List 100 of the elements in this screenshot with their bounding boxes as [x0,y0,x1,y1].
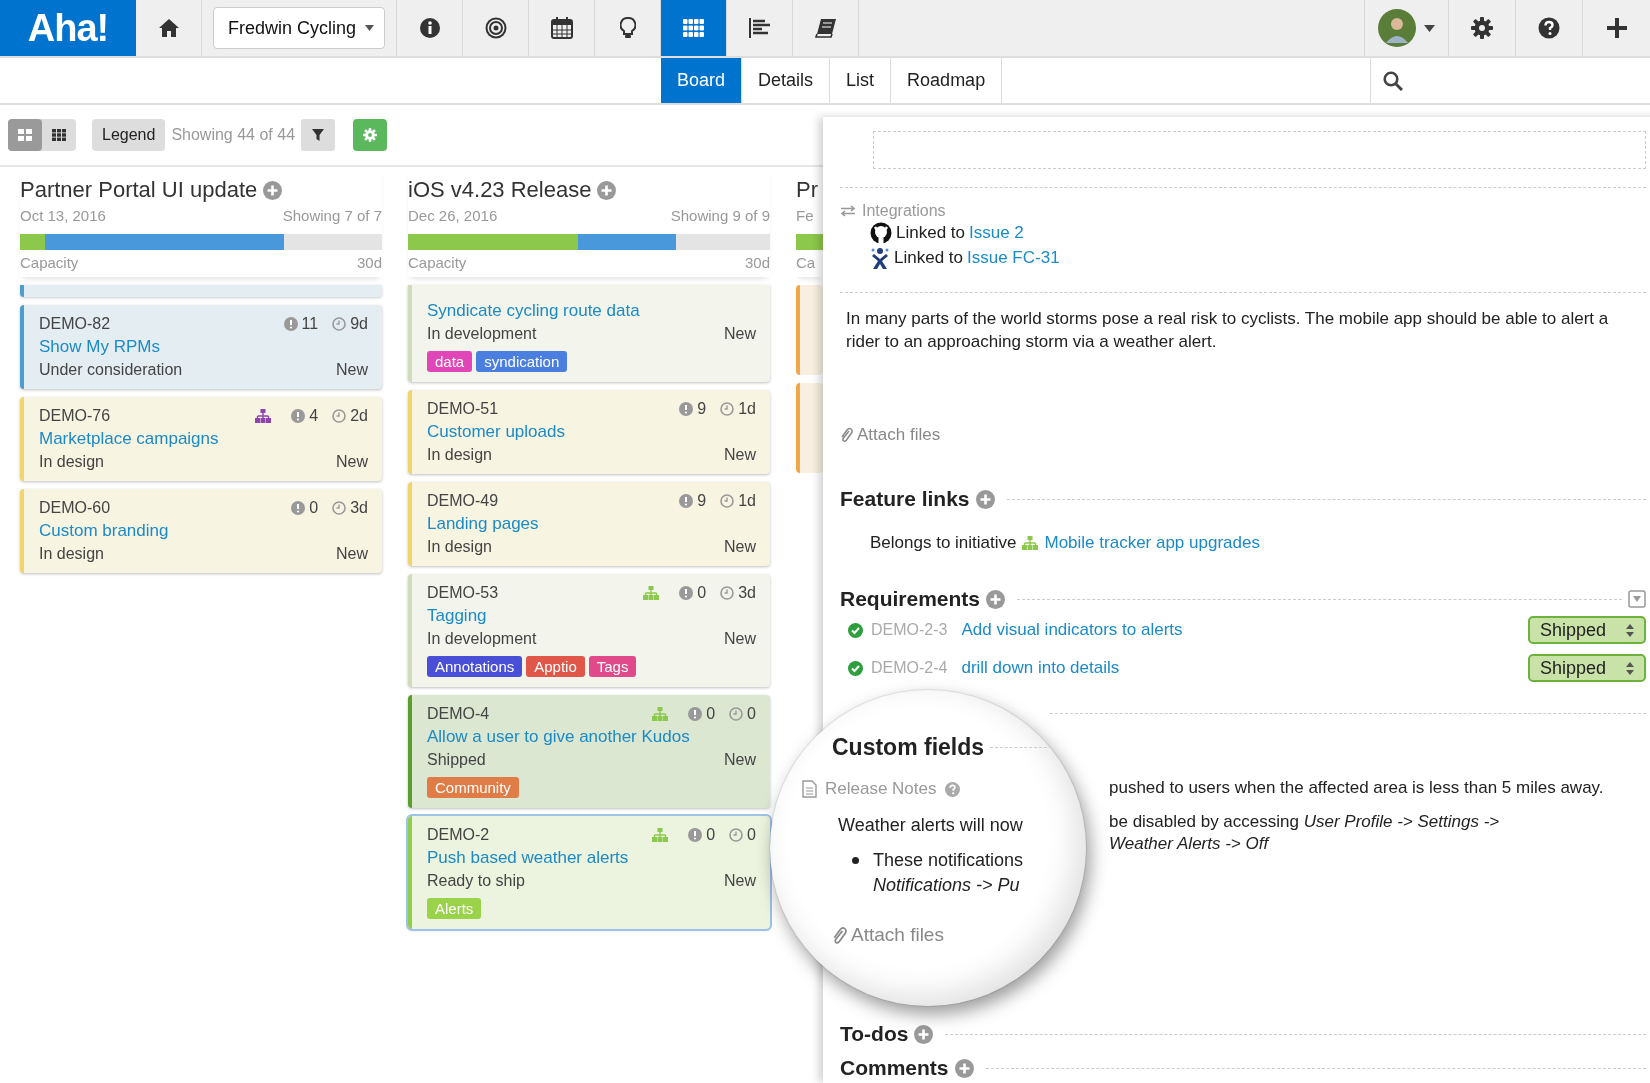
clock-icon [332,501,347,515]
clock-icon [332,317,347,331]
capacity-value: 30d [744,254,770,271]
release-date: Fe [796,207,814,224]
attach-files-link[interactable]: Attach files [840,425,941,445]
feature-card[interactable]: DEMO-51 9 1d Customer uploads In design New [408,390,770,474]
logo[interactable]: Aha! [0,0,136,56]
estimate-value: 0 [747,705,756,723]
feature-card[interactable]: DEMO-2 0 0 Push based weather alerts Ready to ship New Alerts [408,816,770,929]
feature-card[interactable]: DEMO-53 0 3d Tagging In development New Annotations Apptio Tags [408,574,770,687]
caret-icon [1424,24,1435,32]
estimate-value: 1d [738,400,756,418]
status-dropdown[interactable]: Shipped [1528,654,1646,682]
clock-icon [729,707,744,721]
score-icon [679,402,694,416]
feature-card[interactable]: DEMO-60 0 3d Custom branding In design New [20,489,382,573]
tag: Community [427,777,519,798]
workflow-status: New [724,630,756,648]
figure-icon [870,245,890,270]
release-date: Dec 26, 2016 [408,207,498,224]
caret-icon [365,25,374,31]
add-icon[interactable] [975,489,995,509]
initiative-label: Belongs to initiative [870,533,1017,553]
tab[interactable]: List [830,58,892,103]
capacity-label: Capacity [408,254,467,271]
feature-card[interactable]: DEMO-82 11 9d Show My RPMs Under consideration New [20,305,382,389]
score-icon [688,828,703,842]
score-icon [679,586,694,600]
requirement-id: DEMO-2-3 [871,621,948,639]
feature-card[interactable] [796,383,823,473]
feature-card[interactable] [796,285,823,375]
issue-link[interactable]: Issue 2 [969,222,1024,243]
calendar-icon [550,17,573,39]
bullet-icon [852,857,859,864]
tab[interactable]: Details [742,58,831,103]
section-heading: Feature links [840,487,970,511]
initiative-link[interactable]: Mobile tracker app upgrades [1044,533,1260,553]
status-dropdown[interactable]: Shipped [1528,616,1646,644]
feature-title[interactable]: Syndicate cycling route data [427,301,756,321]
score-value: 0 [309,499,319,517]
input-field[interactable] [873,131,1646,169]
feature-card[interactable]: DEMO-49 9 1d Landing pages In design New [408,482,770,566]
nav-button[interactable] [661,0,727,56]
score-value: 9 [697,400,707,418]
feature-title[interactable]: Customer uploads [427,422,756,442]
workflow-status: New [724,446,756,464]
feature-card[interactable]: DEMO-76 4 2d Marketplace campaigns In design New [20,397,382,481]
issue-link[interactable]: Issue FC-31 [967,247,1060,268]
settings-icon [1471,17,1493,39]
clock-icon [332,409,347,423]
add-icon[interactable] [597,180,617,200]
add-icon[interactable] [954,1058,974,1078]
workflow-status: New [336,453,368,471]
dense-grid-icon [52,129,66,141]
feature-id: DEMO-82 [39,315,111,333]
feature-title[interactable]: Custom branding [39,521,368,541]
clock-icon [729,828,744,842]
collapse-icon[interactable] [1628,590,1646,608]
workflow-status: New [724,872,756,890]
attach-files-link[interactable]: Attach files [832,924,944,946]
grid-icon [682,19,705,37]
tab[interactable]: Roadmap [891,58,1003,103]
capacity-label: Capacity [20,254,79,271]
estimate-value: 3d [350,499,368,517]
feature-card[interactable]: Syndicate cycling route data In development New data syndication [408,285,770,382]
tab[interactable]: Board [661,58,743,103]
feature-title[interactable]: Landing pages [427,514,756,534]
showing-count: Showing 7 of 7 [282,207,382,224]
add-icon[interactable] [914,1024,934,1044]
score-value: 0 [706,826,716,844]
release-title[interactable]: iOS v4.23 Release [408,177,592,203]
feature-id: DEMO-53 [427,584,499,602]
workspace-dropdown[interactable]: Fredwin Cycling [213,7,385,49]
requirement-link[interactable]: Add visual indicators to alerts [961,620,1183,640]
workflow-status: New [724,538,756,556]
description-text: In many parts of the world storms pose a real risk to cyclists. The mobile app should be able to alert a rider to an approaching storm via a weather alert. [846,308,1610,353]
feature-id: DEMO-49 [427,492,499,510]
filter-button[interactable] [301,119,336,151]
add-icon[interactable] [986,589,1006,609]
tag: data [427,351,473,372]
release-title[interactable]: Pr [796,177,818,203]
feature-card[interactable]: DEMO-4 0 0 Allow a user to give another Kudos Shipped New Community [408,695,770,808]
estimate-value: 1d [738,492,756,510]
feature-status: In design [39,453,104,471]
legend-button[interactable]: Legend [92,119,166,151]
filter-icon [312,129,325,141]
settings-icon [363,128,378,142]
view-toggle[interactable] [8,119,42,151]
release-notes-text: These notifications [873,850,1024,871]
sort-arrows-icon [1626,623,1634,637]
requirement-link[interactable]: drill down into details [961,658,1120,678]
feature-status: Under consideration [39,361,183,379]
release-date: Oct 13, 2016 [20,207,106,224]
tag: syndication [476,351,568,372]
tag: Alerts [427,898,482,919]
tag: Tags [588,656,637,677]
feature-title[interactable]: Marketplace campaigns [39,429,368,449]
help-icon[interactable] [944,781,960,797]
release-title[interactable]: Partner Portal UI update [20,177,258,203]
add-icon[interactable] [263,180,283,200]
